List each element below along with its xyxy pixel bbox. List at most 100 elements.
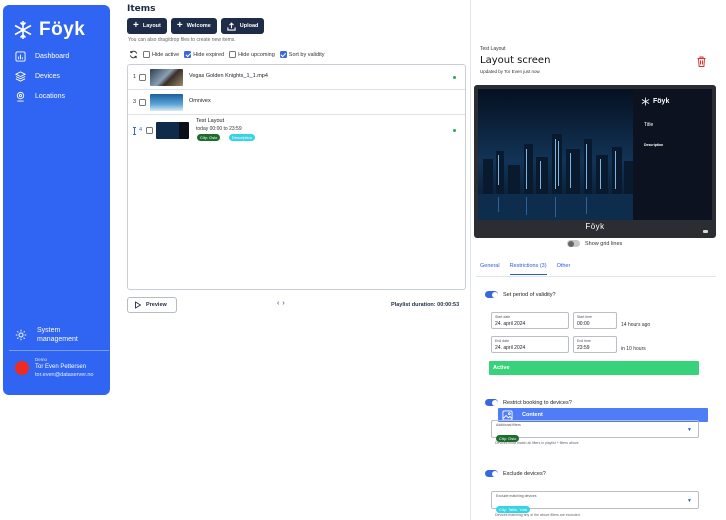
image-icon [502,409,513,421]
item-checkbox[interactable] [139,74,146,81]
trash-icon[interactable] [697,56,706,67]
item-name: Test Layout [196,118,225,124]
sidebar-item-label: Dashboard [35,53,70,60]
detail-tabs: General Restrictions (3) Other [480,263,570,275]
hide-active-label: Hide active [152,51,180,58]
list-item[interactable]: 1 Vegas Golden Knights_1_1.mp4 [128,65,465,90]
logo-text: Föyk [39,19,86,40]
tag-chip[interactable]: City: Tallin, York [496,506,531,513]
status-dot [453,129,456,132]
sidebar-item-label: Content [522,412,543,418]
system-management-link[interactable]: System management [15,326,78,344]
city-skyline-image [478,89,633,220]
toggle-switch[interactable] [485,399,498,406]
hide-upcoming-checkbox[interactable]: Hide upcoming [229,51,275,58]
exclude-devices-select[interactable]: Exclude matching devices City: Tallin, Y… [491,491,699,513]
item-order: 4 [139,127,143,133]
chevron-down-icon[interactable]: ▼ [687,427,692,433]
plus-icon: + [133,20,139,31]
end-time-field[interactable]: End time 23:59 [573,336,617,353]
list-item[interactable]: 3 Omnivex [128,90,465,115]
upload-button[interactable]: Upload [220,18,265,34]
tab-restrictions[interactable]: Restrictions (3) [509,263,547,275]
panel-title: Title [644,122,654,128]
item-checkbox[interactable] [146,127,153,134]
sidebar-item-devices[interactable]: Devices [9,67,109,86]
item-order: 3 [133,99,137,105]
add-layout-button[interactable]: + Layout [127,18,167,34]
checkbox-icon [229,51,237,58]
list-item[interactable]: 4 Test Layout today 00:00 to 23:59 City:… [128,115,465,147]
checkbox-icon [143,51,150,58]
sidebar-item-dashboard[interactable]: Dashboard [9,47,109,66]
upload-icon [227,21,236,31]
filter-bar: Hide active Hide expired Hide upcoming S… [129,50,325,59]
toggle-switch[interactable] [485,291,498,298]
toggle-switch[interactable] [485,470,498,477]
end-relative-time: in 10 hours [621,346,646,352]
field-label: Additional filters [496,423,521,427]
user-email: tor.even@dataserver.no [35,372,94,378]
preview-button[interactable]: Preview [127,297,177,313]
sidebar: Föyk Dashboard Content Devices Locations… [3,5,708,422]
tab-other[interactable]: Other [557,263,571,275]
play-icon [135,301,142,309]
user-org: Demo [35,357,48,362]
field-value: 24. april 2024 [495,320,526,327]
end-date-field[interactable]: End date 24. april 2024 [491,336,569,353]
plus-icon: + [176,20,183,31]
tab-divider [476,276,716,277]
panel-divider [470,0,471,520]
add-welcome-label: Welcome [186,23,211,29]
user-profile[interactable]: Demo Tor Even Pettersen tor.even@dataser… [15,357,93,378]
restrict-devices-toggle[interactable]: Restrict booking to devices? [485,399,572,406]
hide-active-checkbox[interactable]: Hide active [143,51,179,58]
pagination: ‹› [277,300,288,307]
logo[interactable]: Föyk [13,19,85,41]
chevron-right-icon[interactable]: › [282,300,287,307]
start-time-field[interactable]: Start time 00:00 [573,312,617,329]
toggle-switch[interactable] [567,240,580,247]
field-label: End date [495,339,510,343]
hide-expired-label: Hide expired [193,51,225,58]
add-welcome-button[interactable]: + Welcome [170,18,217,34]
additional-filters-select[interactable]: Additional filters City: Oslo ▼ [491,420,699,442]
status-badge: Active [489,361,699,375]
chevron-down-icon[interactable]: ▼ [687,498,692,504]
hide-expired-checkbox[interactable]: Hide expired [184,51,224,58]
add-layout-label: Layout [142,23,161,29]
power-indicator [703,230,708,233]
tab-general[interactable]: General [480,263,500,275]
item-thumbnail [150,94,183,111]
sidebar-item-locations[interactable]: Locations [9,87,109,106]
field-value: 24. april 2024 [495,344,526,351]
item-checkbox[interactable] [139,99,146,106]
field-label: Exclude matching devices [496,494,537,498]
checkbox-checked-icon [184,51,192,58]
drag-handle-icon[interactable] [133,127,136,135]
start-date-field[interactable]: Start date 24. april 2024 [491,312,569,329]
layout-text-panel: Föyk Title Description [633,89,712,220]
restrict-label: Restrict booking to devices? [503,399,572,406]
layout-preview: Föyk Title Description Föyk [474,85,716,238]
grid-lines-toggle[interactable]: Show grid lines [567,240,622,247]
tag-chip: City: Oslo [197,134,221,141]
management-label: management [37,336,78,343]
validity-toggle[interactable]: Set period of validity? [485,291,556,298]
refresh-icon[interactable] [129,50,138,59]
field-value: 23:59 [577,344,590,351]
drag-drop-hint: You can also drag/drop files to create n… [128,37,236,43]
validity-label: Set period of validity? [503,291,556,298]
items-list: 1 Vegas Golden Knights_1_1.mp4 3 Omnivex… [127,64,466,290]
avatar [15,361,29,375]
user-name: Tor Even Pettersen [35,364,87,370]
field-label: Start time [577,315,592,319]
upload-label: Upload [239,23,259,29]
page-title: Items [127,4,156,14]
sort-by-validity-checkbox[interactable]: Sort by validity [279,51,325,58]
exclude-devices-toggle[interactable]: Exclude devices? [485,470,546,477]
checkbox-checked-icon [279,51,287,58]
item-schedule: today 00:00 to 23:59 [196,126,242,132]
grid-lines-label: Show grid lines [585,240,623,247]
start-relative-time: 14 hours ago [621,322,651,328]
